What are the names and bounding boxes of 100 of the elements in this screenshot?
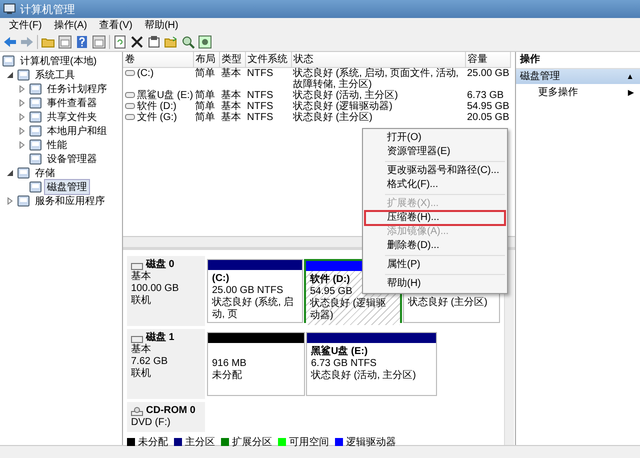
menu-item[interactable]: 删除卷(D)...: [365, 239, 505, 253]
tree-node-icon: [29, 83, 42, 95]
collapsed-arrow-icon[interactable]: [18, 127, 26, 135]
table-cell: 基本: [221, 100, 241, 112]
table-cell: (C:): [137, 68, 154, 78]
menu-item[interactable]: 更改驱动器号和路径(C)...: [365, 164, 505, 178]
disk-drive-icon: [131, 334, 143, 342]
expanded-arrow-icon[interactable]: [6, 169, 14, 177]
column-header[interactable]: 状态: [291, 52, 465, 67]
collapse-arrow[interactable]: ▲: [626, 69, 634, 84]
partition-size: 916 MB: [212, 358, 246, 370]
help-icon[interactable]: [75, 34, 89, 48]
tree-item[interactable]: 计算机管理(本地): [18, 54, 99, 68]
table-cell: NTFS: [247, 90, 274, 100]
menu-item[interactable]: 打开(O): [365, 131, 505, 145]
collapsed-arrow-icon[interactable]: [18, 113, 26, 121]
collapsed-arrow-icon[interactable]: [6, 197, 14, 205]
table-cell: 简单: [195, 100, 215, 112]
optical-drive-icon: [131, 406, 143, 416]
partition-status: 状态良好 (主分区): [408, 297, 488, 309]
search-icon[interactable]: [181, 34, 195, 48]
partition-block[interactable]: 黑鲨U盘 (E:) 6.73 GB NTFS 状态良好 (活动, 主分区): [306, 332, 437, 396]
legend-label: 可用空间: [289, 436, 329, 449]
back-arrow-icon[interactable]: [3, 34, 17, 48]
tree-item[interactable]: 性能: [45, 138, 69, 152]
collapsed-arrow-icon[interactable]: [18, 85, 26, 93]
disk-info: 100.00 GB: [131, 283, 180, 294]
disk-name: 磁盘 1: [146, 332, 174, 344]
tree-item[interactable]: 设备管理器: [45, 152, 99, 166]
tree-node-icon: [29, 97, 42, 109]
column-header[interactable]: 容量: [465, 52, 510, 67]
open-folder-icon[interactable]: [164, 34, 178, 48]
menu-item[interactable]: 资源管理器(E): [365, 145, 505, 159]
menu-item[interactable]: 查看(V): [94, 18, 138, 32]
partition-size: 6.73 GB NTFS: [311, 358, 377, 370]
tree-node-icon: [29, 181, 42, 193]
refresh-icon[interactable]: [113, 34, 127, 48]
expanded-arrow-icon[interactable]: [6, 71, 14, 79]
table-cell: 20.05 GB: [467, 112, 510, 122]
tree-node-icon: [29, 153, 42, 165]
column-header[interactable]: 文件系统: [245, 52, 291, 67]
tree-node-icon: [29, 139, 42, 151]
table-cell: 54.95 GB: [467, 100, 510, 112]
tree-item[interactable]: 系统工具: [33, 68, 77, 82]
disk-info: 基本: [131, 344, 152, 356]
tree-item[interactable]: 服务和应用程序: [33, 194, 107, 208]
partition-name: 软件 (D:): [310, 274, 350, 286]
tree-node-icon: [17, 167, 30, 179]
column-header[interactable]: 类型: [219, 52, 245, 67]
close-icon[interactable]: [130, 34, 144, 48]
column-header[interactable]: 卷: [123, 52, 193, 67]
disk-info: 基本: [131, 271, 152, 283]
tree-item[interactable]: 本地用户和组: [45, 124, 109, 138]
menu-item[interactable]: 压缩卷(H)...: [365, 211, 505, 225]
partition-block[interactable]: 916 MB 未分配: [207, 332, 305, 396]
panel-icon[interactable]: [58, 34, 72, 48]
tree-item[interactable]: 磁盘管理: [45, 180, 89, 194]
table-cell: 状态良好 (逻辑驱动器): [293, 100, 392, 112]
column-header[interactable]: 布局: [193, 52, 219, 67]
tree-item[interactable]: 任务计划程序: [45, 82, 109, 96]
tree-item[interactable]: 事件查看器: [45, 96, 99, 110]
partition-status: 状态良好 (活动, 主分区): [311, 370, 416, 382]
tree-node-icon: [17, 69, 30, 81]
menu-item[interactable]: 格式化(F)...: [365, 178, 505, 192]
legend-label: 逻辑驱动器: [346, 436, 396, 449]
tree-item[interactable]: 共享文件夹: [45, 110, 99, 124]
menu-item[interactable]: 操作(A): [48, 18, 92, 32]
table-cell: 基本: [221, 68, 241, 78]
drive-icon: [125, 70, 135, 76]
properties-icon[interactable]: [147, 34, 161, 48]
partition-size: 25.00 GB NTFS: [212, 285, 284, 296]
legend-label: 主分区: [185, 436, 215, 449]
settings-icon[interactable]: [198, 34, 212, 48]
table-cell: 软件 (D:): [137, 100, 176, 112]
tree-item[interactable]: 存储: [33, 166, 57, 180]
tree-node-icon: [17, 195, 30, 207]
table-cell: 6.73 GB: [467, 90, 504, 100]
legend-label: 未分配: [138, 436, 168, 449]
menu-item[interactable]: 帮助(H): [139, 18, 184, 32]
section-header[interactable]: 磁盘管理 ▲: [516, 69, 640, 84]
partition-size: 54.95 GB: [310, 286, 352, 298]
table-cell: 25.00 GB: [467, 68, 510, 78]
menu-item[interactable]: 文件(F): [4, 18, 47, 32]
table-cell: NTFS: [247, 112, 274, 122]
action-link[interactable]: 更多操作: [538, 84, 578, 101]
collapsed-arrow-icon[interactable]: [18, 141, 26, 149]
disk-info: 联机: [131, 295, 152, 307]
panel-icon[interactable]: [92, 34, 106, 48]
collapsed-arrow-icon[interactable]: [18, 99, 26, 107]
partition-name: (C:): [212, 273, 230, 285]
computer-icon: [3, 3, 16, 15]
partition-block[interactable]: (C:) 25.00 GB NTFS 状态良好 (系统, 启动, 页: [207, 259, 303, 323]
table-cell: 状态良好 (主分区): [293, 112, 372, 122]
table-cell: 黑鲨U盘 (E:): [137, 90, 194, 100]
table-cell: 状态良好 (活动, 主分区): [293, 90, 398, 100]
partition-status: 状态良好 (逻辑驱动器): [310, 298, 388, 322]
table-cell: 文件 (G:): [137, 112, 177, 122]
partition-status: 未分配: [212, 370, 242, 382]
vertical-scrollbar[interactable]: [504, 250, 514, 445]
disk-drive-icon: [131, 260, 143, 270]
